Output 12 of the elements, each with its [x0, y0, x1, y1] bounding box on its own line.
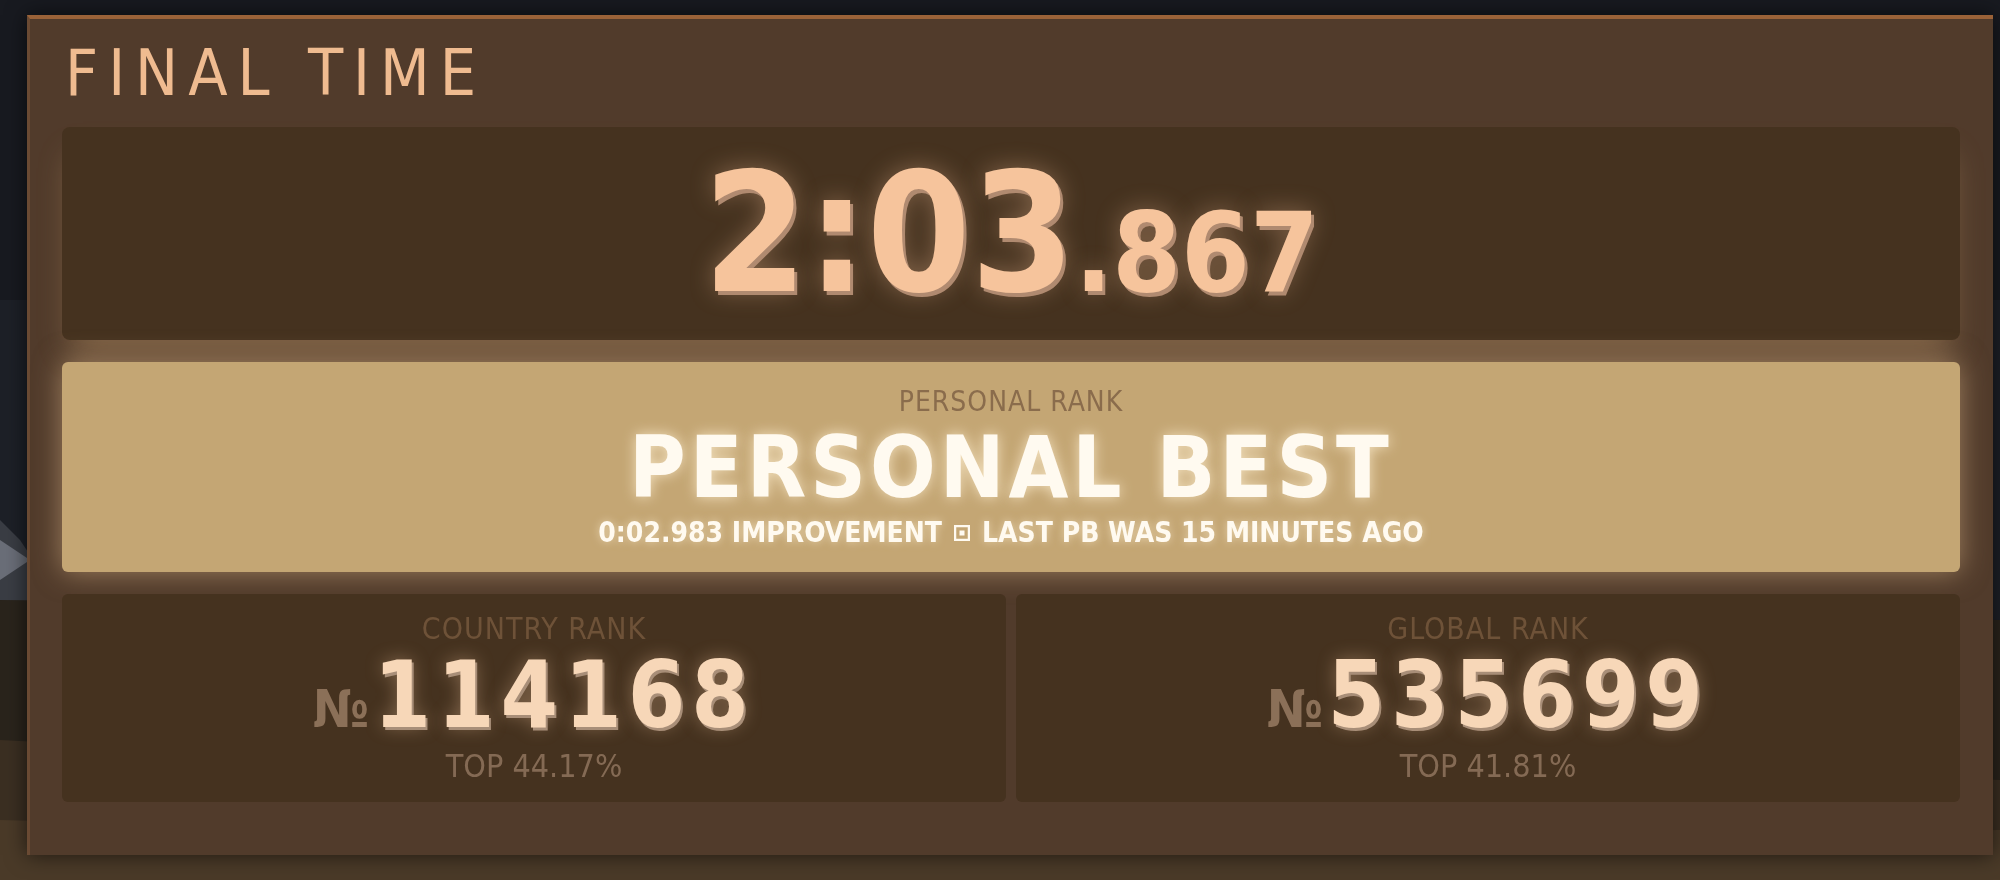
personal-rank-label: PERSONAL RANK: [898, 384, 1124, 418]
top-percent: TOP 41.81%: [1399, 746, 1577, 785]
improvement-detail: 0:02.983 IMPROVEMENT: [598, 516, 943, 550]
personal-rank-value: PERSONAL BEST: [629, 421, 1393, 513]
number-sign: №: [1267, 679, 1324, 740]
rank-number: 114168: [373, 648, 755, 745]
top-percent: TOP 44.17%: [445, 746, 623, 785]
final-time: 2:03.867: [703, 150, 1319, 317]
improvement-detail: LAST PB WAS 15 MINUTES AGO: [982, 516, 1424, 550]
panel-title: FINAL TIME: [64, 41, 488, 105]
number-sign: №: [313, 679, 370, 740]
rank-number: 535699: [1327, 648, 1709, 745]
